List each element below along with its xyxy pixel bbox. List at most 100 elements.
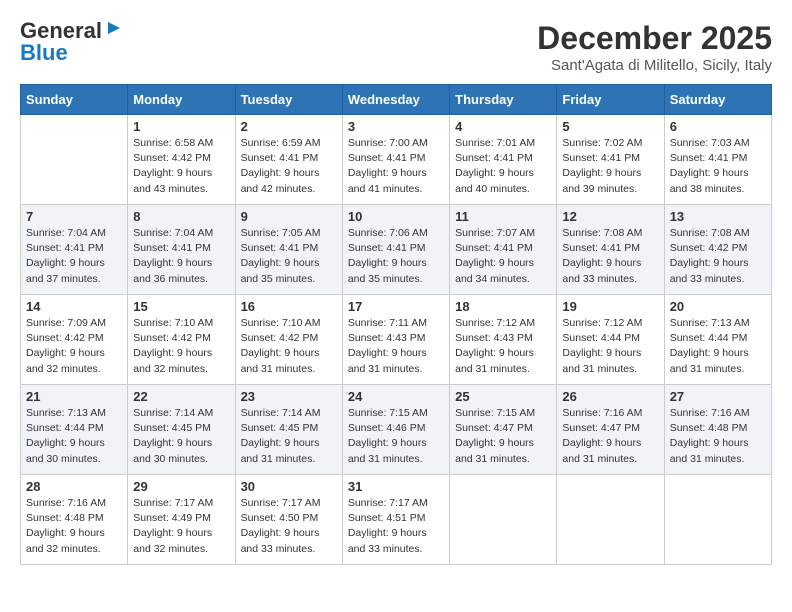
day-info: Sunrise: 7:08 AMSunset: 4:41 PMDaylight:… [562,226,658,287]
day-info: Sunrise: 7:17 AMSunset: 4:50 PMDaylight:… [241,496,337,557]
calendar-week-row: 1 Sunrise: 6:58 AMSunset: 4:42 PMDaylight… [21,115,772,205]
day-info: Sunrise: 7:10 AMSunset: 4:42 PMDaylight:… [241,316,337,377]
header-tuesday: Tuesday [235,85,342,115]
day-number: 16 [241,299,337,314]
day-info: Sunrise: 7:06 AMSunset: 4:41 PMDaylight:… [348,226,444,287]
calendar-cell: 11 Sunrise: 7:07 AMSunset: 4:41 PMDayligh… [450,205,557,295]
calendar-cell: 19 Sunrise: 7:12 AMSunset: 4:44 PMDayligh… [557,295,664,385]
day-info: Sunrise: 7:08 AMSunset: 4:42 PMDaylight:… [670,226,766,287]
day-info: Sunrise: 7:00 AMSunset: 4:41 PMDaylight:… [348,136,444,197]
calendar-cell: 25Sunrise: 7:15 AMSunset: 4:47 PMDayligh… [450,385,557,475]
calendar-table: SundayMondayTuesdayWednesdayThursdayFrid… [20,84,772,565]
day-number: 12 [562,209,658,224]
day-number: 29 [133,479,229,494]
day-info: Sunrise: 7:11 AMSunset: 4:43 PMDaylight:… [348,316,444,377]
location-subtitle: Sant'Agata di Militello, Sicily, Italy [537,57,772,74]
calendar-cell [450,475,557,565]
day-number: 10 [348,209,444,224]
calendar-cell: 18 Sunrise: 7:12 AMSunset: 4:43 PMDayligh… [450,295,557,385]
calendar-cell: 27 Sunrise: 7:16 AMSunset: 4:48 PMDayligh… [664,385,771,475]
day-number: 27 [670,389,766,404]
calendar-cell: 29 Sunrise: 7:17 AMSunset: 4:49 PMDayligh… [128,475,235,565]
day-info: Sunrise: 7:04 AMSunset: 4:41 PMDaylight:… [133,226,229,287]
day-info: Sunrise: 7:14 AMSunset: 4:45 PMDaylight:… [133,406,229,467]
day-info: Sunrise: 7:07 AMSunset: 4:41 PMDaylight:… [455,226,551,287]
day-number: 13 [670,209,766,224]
day-info: Sunrise: 7:13 AMSunset: 4:44 PMDaylight:… [26,406,122,467]
day-info: Sunrise: 7:13 AMSunset: 4:44 PMDaylight:… [670,316,766,377]
day-number: 21 [26,389,122,404]
day-number: 30 [241,479,337,494]
calendar-week-row: 7 Sunrise: 7:04 AMSunset: 4:41 PMDaylight… [21,205,772,295]
day-number: 14 [26,299,122,314]
day-number: 5 [562,119,658,134]
day-info: Sunrise: 7:17 AMSunset: 4:49 PMDaylight:… [133,496,229,557]
calendar-cell: 1 Sunrise: 6:58 AMSunset: 4:42 PMDaylight… [128,115,235,205]
day-number: 4 [455,119,551,134]
logo: General Blue [20,20,122,64]
calendar-cell [557,475,664,565]
calendar-cell: 31 Sunrise: 7:17 AMSunset: 4:51 PMDayligh… [342,475,449,565]
day-number: 24 [348,389,444,404]
day-number: 9 [241,209,337,224]
day-number: 1 [133,119,229,134]
calendar-cell: 24 Sunrise: 7:15 AMSunset: 4:46 PMDayligh… [342,385,449,475]
logo-flag-icon [104,20,122,38]
day-info: Sunrise: 6:59 AMSunset: 4:41 PMDaylight:… [241,136,337,197]
day-info: Sunrise: 7:16 AMSunset: 4:48 PMDaylight:… [670,406,766,467]
title-section: December 2025 Sant'Agata di Militello, S… [537,20,772,74]
day-number: 7 [26,209,122,224]
calendar-cell: 3Sunrise: 7:00 AMSunset: 4:41 PMDaylight… [342,115,449,205]
day-number: 11 [455,209,551,224]
day-info: Sunrise: 7:02 AMSunset: 4:41 PMDaylight:… [562,136,658,197]
day-info: Sunrise: 7:05 AMSunset: 4:41 PMDaylight:… [241,226,337,287]
calendar-cell: 10 Sunrise: 7:06 AMSunset: 4:41 PMDayligh… [342,205,449,295]
day-info: Sunrise: 7:12 AMSunset: 4:43 PMDaylight:… [455,316,551,377]
month-title: December 2025 [537,20,772,57]
day-number: 8 [133,209,229,224]
day-info: Sunrise: 7:17 AMSunset: 4:51 PMDaylight:… [348,496,444,557]
day-info: Sunrise: 7:16 AMSunset: 4:47 PMDaylight:… [562,406,658,467]
day-number: 6 [670,119,766,134]
header-saturday: Saturday [664,85,771,115]
day-number: 25 [455,389,551,404]
header-friday: Friday [557,85,664,115]
calendar-cell: 26Sunrise: 7:16 AMSunset: 4:47 PMDayligh… [557,385,664,475]
day-info: Sunrise: 7:14 AMSunset: 4:45 PMDaylight:… [241,406,337,467]
calendar-cell: 20 Sunrise: 7:13 AMSunset: 4:44 PMDayligh… [664,295,771,385]
calendar-cell: 14Sunrise: 7:09 AMSunset: 4:42 PMDayligh… [21,295,128,385]
day-info: Sunrise: 7:10 AMSunset: 4:42 PMDaylight:… [133,316,229,377]
calendar-cell: 30 Sunrise: 7:17 AMSunset: 4:50 PMDayligh… [235,475,342,565]
day-number: 31 [348,479,444,494]
calendar-cell: 4 Sunrise: 7:01 AMSunset: 4:41 PMDaylight… [450,115,557,205]
header-wednesday: Wednesday [342,85,449,115]
day-number: 19 [562,299,658,314]
calendar-cell: 12 Sunrise: 7:08 AMSunset: 4:41 PMDayligh… [557,205,664,295]
day-number: 22 [133,389,229,404]
calendar-cell: 7Sunrise: 7:04 AMSunset: 4:41 PMDaylight… [21,205,128,295]
calendar-cell: 6 Sunrise: 7:03 AMSunset: 4:41 PMDaylight… [664,115,771,205]
logo-blue-text: Blue [20,42,68,64]
day-info: Sunrise: 7:16 AMSunset: 4:48 PMDaylight:… [26,496,122,557]
day-number: 17 [348,299,444,314]
calendar-cell: 8 Sunrise: 7:04 AMSunset: 4:41 PMDaylight… [128,205,235,295]
header-monday: Monday [128,85,235,115]
day-info: Sunrise: 7:15 AMSunset: 4:46 PMDaylight:… [348,406,444,467]
day-number: 20 [670,299,766,314]
calendar-cell: 13 Sunrise: 7:08 AMSunset: 4:42 PMDayligh… [664,205,771,295]
day-info: Sunrise: 7:12 AMSunset: 4:44 PMDaylight:… [562,316,658,377]
calendar-cell: 2Sunrise: 6:59 AMSunset: 4:41 PMDaylight… [235,115,342,205]
day-info: Sunrise: 7:01 AMSunset: 4:41 PMDaylight:… [455,136,551,197]
header-thursday: Thursday [450,85,557,115]
calendar-cell: 23Sunrise: 7:14 AMSunset: 4:45 PMDayligh… [235,385,342,475]
calendar-cell [21,115,128,205]
day-info: Sunrise: 6:58 AMSunset: 4:42 PMDaylight:… [133,136,229,197]
calendar-cell: 5 Sunrise: 7:02 AMSunset: 4:41 PMDaylight… [557,115,664,205]
calendar-week-row: 28 Sunrise: 7:16 AMSunset: 4:48 PMDayligh… [21,475,772,565]
day-number: 18 [455,299,551,314]
day-info: Sunrise: 7:03 AMSunset: 4:41 PMDaylight:… [670,136,766,197]
logo-general-text: General [20,20,102,42]
calendar-cell: 28 Sunrise: 7:16 AMSunset: 4:48 PMDayligh… [21,475,128,565]
day-number: 28 [26,479,122,494]
calendar-header-row: SundayMondayTuesdayWednesdayThursdayFrid… [21,85,772,115]
